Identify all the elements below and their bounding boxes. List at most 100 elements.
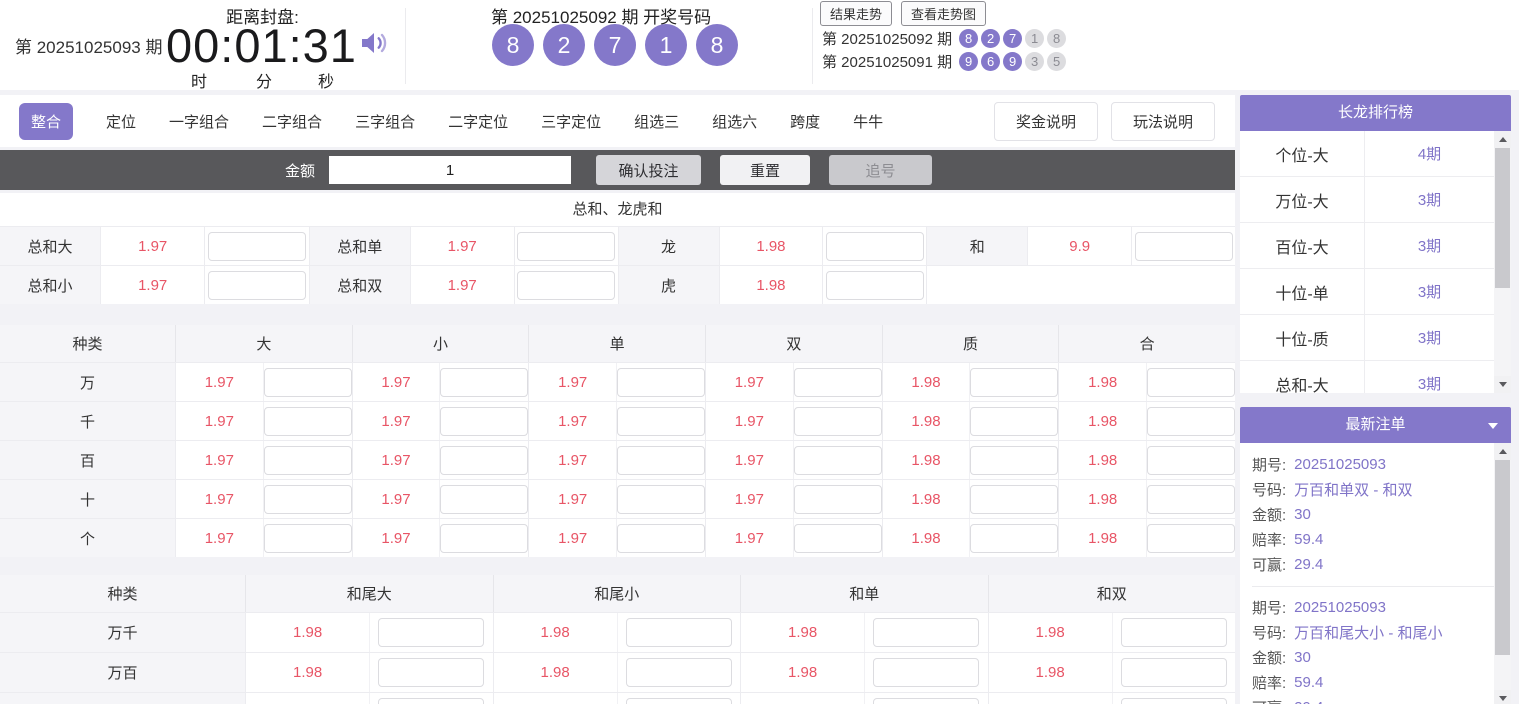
streak-scrollbar[interactable]: [1494, 131, 1511, 393]
bet-amount-input[interactable]: [826, 232, 924, 261]
bet-amount-input[interactable]: [1121, 698, 1227, 704]
bet-amount-input[interactable]: [794, 368, 882, 397]
odds-value: 1.97: [410, 266, 514, 304]
view-trend-chart-button[interactable]: 查看走势图: [901, 1, 986, 26]
bet-amount-input[interactable]: [970, 368, 1058, 397]
bet-amount-input[interactable]: [626, 658, 732, 687]
bet-amount-input[interactable]: [440, 368, 528, 397]
scroll-up-arrow[interactable]: [1494, 443, 1511, 460]
bet-amount-input[interactable]: [264, 446, 352, 475]
bet-amount-input[interactable]: [1147, 446, 1235, 475]
bet-amount-input[interactable]: [794, 407, 882, 436]
play-mode-tab[interactable]: 组选三: [634, 111, 679, 132]
bet-amount-input[interactable]: [440, 524, 528, 553]
scroll-down-arrow[interactable]: [1494, 690, 1511, 704]
result-ball: 8: [1047, 29, 1066, 48]
collapse-arrow-icon[interactable]: [1488, 423, 1498, 429]
bet-amount-input[interactable]: [873, 658, 979, 687]
chase-number-button[interactable]: 追号: [829, 155, 932, 185]
bet-amount-input[interactable]: [440, 485, 528, 514]
scrollbar-thumb[interactable]: [1495, 460, 1510, 655]
bet-amount-input[interactable]: [970, 485, 1058, 514]
bonus-info-button[interactable]: 奖金说明: [994, 102, 1098, 141]
result-ball: 8: [959, 29, 978, 48]
bet-cell: 1.98: [882, 519, 1059, 557]
bet-amount-input[interactable]: [970, 446, 1058, 475]
scroll-down-arrow[interactable]: [1494, 376, 1511, 393]
play-mode-tab[interactable]: 二字组合: [262, 111, 322, 132]
odds-value: [1027, 266, 1131, 304]
bet-cell: 1.97: [705, 363, 882, 401]
bet-amount-input[interactable]: [440, 407, 528, 436]
play-mode-tab[interactable]: 三字定位: [541, 111, 601, 132]
bet-amount-input[interactable]: [617, 485, 705, 514]
bet-cell: 1.98: [988, 653, 1236, 692]
bet-amount-input[interactable]: [1147, 368, 1235, 397]
order-win: 29.4: [1294, 556, 1323, 573]
confirm-bet-button[interactable]: 确认投注: [596, 155, 701, 185]
bet-amount-input[interactable]: [440, 446, 528, 475]
bet-amount-input[interactable]: [1121, 618, 1227, 647]
bet-amount-input[interactable]: [1147, 524, 1235, 553]
play-mode-tab[interactable]: 牛牛: [853, 111, 883, 132]
bet-amount-input[interactable]: [970, 524, 1058, 553]
odds-value: 1.97: [176, 402, 263, 440]
bet-amount-input[interactable]: [970, 407, 1058, 436]
bet-cell: 1.97: [175, 441, 352, 479]
bet-amount-input[interactable]: [378, 698, 484, 704]
odds-value: 1.97: [353, 441, 440, 479]
bet-type-label: 总和单: [310, 227, 410, 265]
odds-value: 1.97: [353, 402, 440, 440]
rules-info-button[interactable]: 玩法说明: [1111, 102, 1215, 141]
streak-name: 万位-大: [1240, 177, 1365, 222]
scrollbar-thumb[interactable]: [1495, 148, 1510, 288]
bet-amount-input[interactable]: [617, 407, 705, 436]
bet-amount-input[interactable]: [794, 524, 882, 553]
order-entry: 期号:20251025093 号码:万百和尾大小 - 和尾小 金额:30 赔率:…: [1252, 586, 1494, 704]
play-mode-tab[interactable]: 二字定位: [448, 111, 508, 132]
result-trend-button[interactable]: 结果走势: [820, 1, 892, 26]
order-field-label: 赔率:: [1252, 529, 1286, 550]
bet-amount-input[interactable]: [1135, 232, 1233, 261]
streak-name: 十位-质: [1240, 315, 1365, 360]
play-mode-tab[interactable]: 一字组合: [169, 111, 229, 132]
column-header: 双: [705, 325, 882, 362]
streak-item: 总和-大 3期: [1240, 361, 1494, 393]
bet-amount-input[interactable]: [626, 698, 732, 704]
bet-amount-input[interactable]: [264, 368, 352, 397]
bet-amount-input[interactable]: [617, 368, 705, 397]
bet-amount-input[interactable]: [1121, 658, 1227, 687]
amount-input[interactable]: [329, 156, 571, 184]
bet-amount-input[interactable]: [617, 524, 705, 553]
bet-amount-input[interactable]: [208, 232, 306, 261]
bet-amount-input[interactable]: [617, 446, 705, 475]
bet-cell: 1.97: [352, 480, 529, 518]
play-mode-tab[interactable]: 定位: [106, 111, 136, 132]
bet-amount-input[interactable]: [517, 271, 615, 300]
bet-amount-input[interactable]: [264, 407, 352, 436]
bet-amount-input[interactable]: [378, 618, 484, 647]
speaker-icon[interactable]: [358, 27, 390, 64]
play-mode-tab[interactable]: 组选六: [712, 111, 757, 132]
reset-button[interactable]: 重置: [720, 155, 810, 185]
odds-value: 1.97: [410, 227, 514, 265]
bet-amount-input[interactable]: [208, 271, 306, 300]
bet-amount-input[interactable]: [794, 485, 882, 514]
bet-amount-input[interactable]: [873, 698, 979, 704]
bet-amount-input[interactable]: [264, 485, 352, 514]
play-mode-tab[interactable]: 整合: [19, 103, 73, 140]
bet-amount-input[interactable]: [264, 524, 352, 553]
scroll-up-arrow[interactable]: [1494, 131, 1511, 148]
bet-amount-input[interactable]: [626, 618, 732, 647]
bet-amount-input[interactable]: [517, 232, 615, 261]
bet-cell: 1.97: [528, 519, 705, 557]
play-mode-tab[interactable]: 三字组合: [355, 111, 415, 132]
bet-amount-input[interactable]: [378, 658, 484, 687]
bet-amount-input[interactable]: [1147, 485, 1235, 514]
bet-amount-input[interactable]: [1147, 407, 1235, 436]
bet-amount-input[interactable]: [826, 271, 924, 300]
bet-amount-input[interactable]: [794, 446, 882, 475]
play-mode-tab[interactable]: 跨度: [790, 111, 820, 132]
bet-amount-input[interactable]: [873, 618, 979, 647]
orders-scrollbar[interactable]: [1494, 443, 1511, 704]
